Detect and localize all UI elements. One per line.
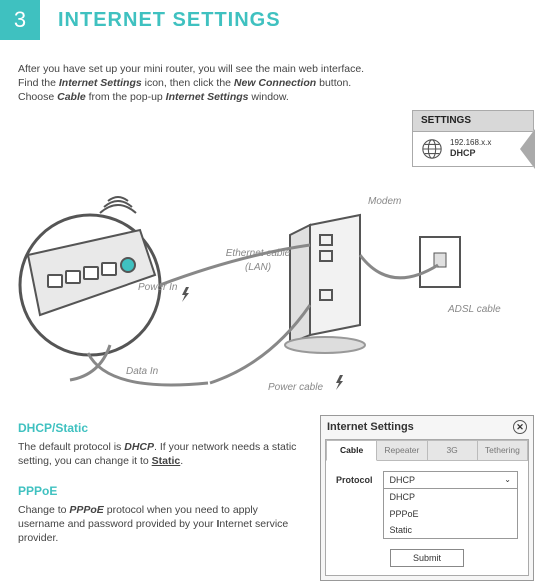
connection-diagram: Modem Ethernet cable (LAN) Power In ADSL… <box>10 195 538 395</box>
intro-line3a: Choose <box>18 91 57 103</box>
pppoe-paragraph: Change to PPPoE protocol when you need t… <box>18 503 298 546</box>
intro-em-cable: Cable <box>57 91 86 103</box>
tab-3g[interactable]: 3G <box>428 440 478 461</box>
internet-settings-dialog: Internet Settings ✕ Cable Repeater 3G Te… <box>320 415 534 581</box>
tab-repeater[interactable]: Repeater <box>377 440 427 461</box>
protocol-select[interactable]: DHCP ⌄ <box>383 471 518 489</box>
page-header: 3 INTERNET SETTINGS <box>0 0 548 40</box>
option-static[interactable]: Static <box>384 522 517 538</box>
dhcp-paragraph: The default protocol is DHCP. If your ne… <box>18 440 298 468</box>
label-data-in: Data In <box>126 365 158 379</box>
settings-badge-arrow-icon <box>520 130 534 168</box>
chevron-down-icon: ⌄ <box>504 475 511 486</box>
option-dhcp[interactable]: DHCP <box>384 489 517 505</box>
step-number: 3 <box>0 0 40 40</box>
pppoe-heading: PPPoE <box>18 483 298 499</box>
pppoe-t1: Change to <box>18 504 69 516</box>
protocol-selected: DHCP <box>390 474 416 486</box>
label-ethernet: Ethernet cable (LAN) <box>218 247 298 274</box>
intro-line3e: window. <box>249 91 289 103</box>
settings-badge: SETTINGS 192.168.x.x DHCP <box>412 110 534 167</box>
settings-badge-body: 192.168.x.x DHCP <box>412 132 534 167</box>
intro-line3c: from the pop-up <box>86 91 166 103</box>
intro-text: After you have set up your mini router, … <box>18 62 368 105</box>
intro-em-is2: Internet Settings <box>166 91 249 103</box>
tab-cable[interactable]: Cable <box>326 440 377 461</box>
label-ethernet-line2: (LAN) <box>245 262 271 273</box>
dhcp-t5: . <box>180 455 183 467</box>
badge-mode: DHCP <box>450 148 491 159</box>
intro-line2c: icon, then click the <box>142 77 234 89</box>
settings-badge-title: SETTINGS <box>412 110 534 132</box>
dhcp-em-dhcp: DHCP <box>124 441 154 453</box>
dialog-tabs: Cable Repeater 3G Tethering <box>326 440 528 461</box>
intro-line1: After you have set up your mini router, … <box>18 63 364 75</box>
tab-tethering[interactable]: Tethering <box>478 440 528 461</box>
page-title: INTERNET SETTINGS <box>58 7 281 34</box>
dialog-close-button[interactable]: ✕ <box>513 420 527 434</box>
dhcp-em-static: Static <box>152 455 181 467</box>
protocol-options: DHCP PPPoE Static <box>383 489 518 538</box>
label-adsl: ADSL cable <box>448 303 501 317</box>
intro-em-new-connection: New Connection <box>234 77 316 89</box>
intro-em-internet-settings: Internet Settings <box>59 77 142 89</box>
label-power-in: Power In <box>138 281 177 295</box>
diagram-svg <box>10 195 538 395</box>
option-pppoe[interactable]: PPPoE <box>384 506 517 522</box>
dialog-title: Internet Settings <box>327 420 414 435</box>
pppoe-em: PPPoE <box>69 504 103 516</box>
submit-button[interactable]: Submit <box>390 549 464 567</box>
label-ethernet-line1: Ethernet cable <box>226 248 291 259</box>
intro-line2e: button. <box>316 77 351 89</box>
protocol-label: Protocol <box>336 471 373 486</box>
label-power-cable: Power cable <box>268 381 323 395</box>
dhcp-heading: DHCP/Static <box>18 420 298 436</box>
close-icon: ✕ <box>516 423 524 432</box>
badge-ip: 192.168.x.x <box>450 138 491 148</box>
intro-line2a: Find the <box>18 77 59 89</box>
dhcp-t1: The default protocol is <box>18 441 124 453</box>
globe-icon <box>421 138 443 160</box>
label-modem: Modem <box>368 195 401 209</box>
